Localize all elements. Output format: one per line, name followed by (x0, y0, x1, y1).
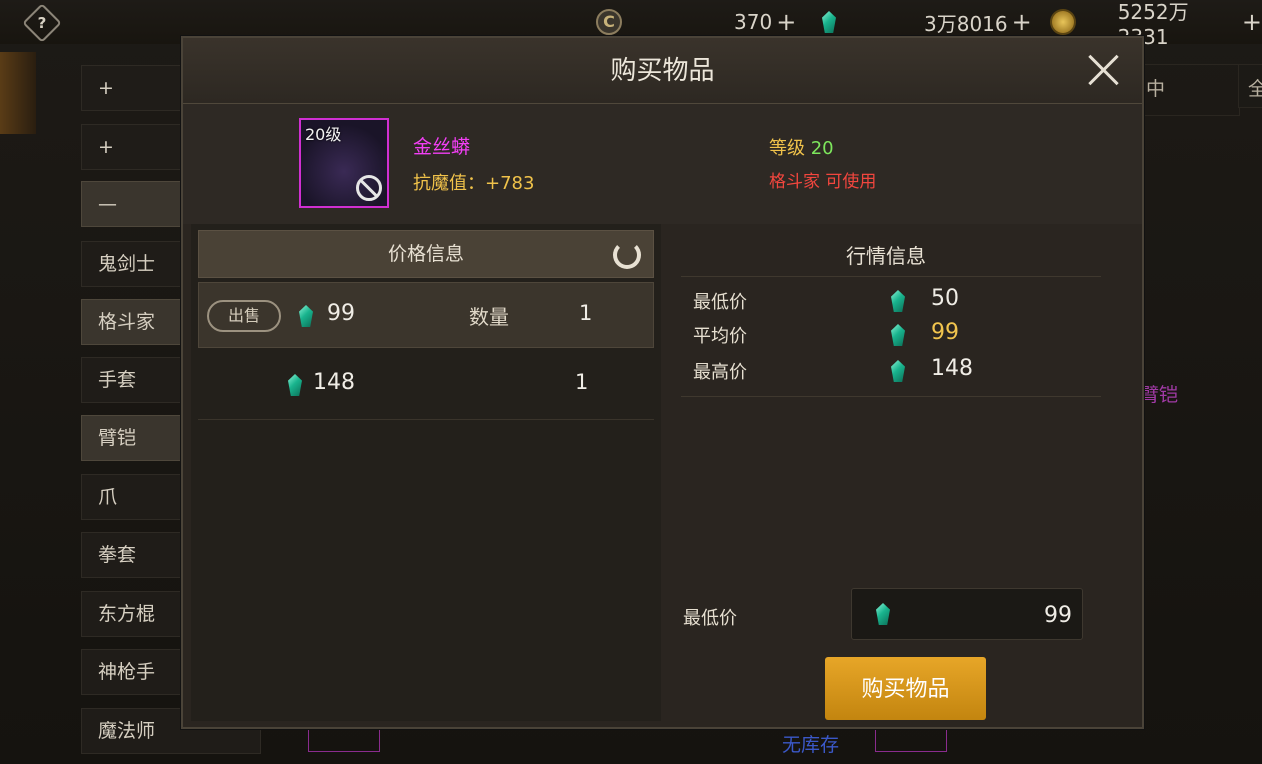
item-stat: 抗魔值：+783 (413, 173, 535, 194)
price-value: 148 (313, 370, 355, 395)
currency-gem-value: 3万8016 (924, 11, 1008, 36)
quantity-value: 1 (579, 301, 593, 325)
min-price-label: 最低价 (683, 608, 737, 629)
market-row-lowest: 最低价 50 (693, 286, 1093, 316)
dialog-title: 购买物品 (610, 56, 715, 86)
dialog-header: 购买物品 (183, 38, 1142, 104)
row-divider (198, 419, 654, 420)
market-row-highest: 最高价 148 (693, 356, 1093, 386)
item-info: 20级 金丝蟒 抗魔值：+783 等级 20 格斗家 可使用 (183, 104, 1142, 224)
price-info-title: 价格信息 (387, 243, 464, 265)
price-row-selected[interactable]: 出售 99 数量 1 (198, 282, 654, 348)
item-name: 金丝蟒 (413, 136, 471, 158)
item-class-requirement: 格斗家 可使用 (769, 172, 877, 192)
gem-icon (891, 324, 905, 346)
bg-filter-label: 全 (1248, 78, 1262, 100)
price-row[interactable]: 148 1 (198, 352, 654, 420)
sell-badge: 出售 (207, 300, 281, 332)
market-value: 99 (931, 320, 959, 345)
market-value: 148 (931, 356, 973, 381)
buy-item-dialog: 购买物品 20级 金丝蟒 抗魔值：+783 等级 20 格斗家 可使用 价格信息 (181, 36, 1144, 729)
currency-c: C 370 + (596, 8, 796, 36)
gem-icon (299, 305, 313, 327)
divider (681, 396, 1101, 397)
quantity-label: 数量 (469, 305, 509, 329)
not-tradable-icon (356, 175, 382, 201)
gem-icon (288, 374, 302, 396)
item-level-key: 等级 (769, 138, 805, 159)
price-info-panel: 价格信息 出售 99 数量 1 148 1 (191, 224, 661, 721)
market-info-title: 行情信息 (846, 244, 926, 268)
currency-c-value: 370 (734, 10, 773, 34)
market-row-average: 平均价 99 (693, 320, 1093, 350)
gem-icon (891, 360, 905, 382)
gold-coin-icon (1050, 9, 1076, 35)
buy-button[interactable]: 购买物品 (825, 657, 986, 720)
coin-c-icon: C (596, 9, 622, 35)
market-info-panel: 行情信息 最低价 50 平均价 99 最高价 148 (671, 224, 1131, 721)
divider (681, 276, 1101, 277)
add-gold-button[interactable]: + (1242, 8, 1262, 36)
currency-gem: 3万8016 + (822, 8, 1032, 36)
market-label: 平均价 (693, 326, 747, 347)
bg-no-stock: 无库存 (782, 734, 840, 756)
item-icon[interactable]: 20级 (299, 118, 389, 208)
refresh-icon[interactable] (613, 241, 641, 269)
market-label: 最低价 (693, 292, 747, 313)
add-gem-button[interactable]: + (1012, 8, 1032, 36)
min-price-input[interactable] (912, 599, 1072, 631)
price-info-header: 价格信息 (198, 230, 654, 278)
bg-item-name: 臂铠 (1140, 384, 1179, 406)
side-decoration (0, 52, 36, 134)
gem-icon (891, 290, 905, 312)
min-price-field[interactable] (851, 588, 1083, 640)
add-currency-c-button[interactable]: + (776, 8, 796, 36)
gem-icon (876, 603, 890, 625)
bg-tab-label: 中 (1146, 78, 1166, 100)
gem-icon (822, 11, 836, 33)
item-level-badge: 20级 (305, 125, 342, 144)
game-screen: ? C 370 + 3万8016 + 5252万2331 + + + — 鬼剑士… (0, 0, 1262, 764)
market-label: 最高价 (693, 362, 747, 383)
currency-gold: 5252万2331 + (1050, 0, 1262, 49)
quantity-value: 1 (575, 370, 589, 394)
help-icon[interactable]: ? (22, 3, 62, 43)
item-level-value: 20 (810, 138, 834, 159)
close-icon[interactable] (1086, 52, 1122, 88)
item-level: 等级 20 (769, 134, 834, 160)
market-value: 50 (931, 286, 959, 311)
price-value: 99 (327, 301, 355, 326)
